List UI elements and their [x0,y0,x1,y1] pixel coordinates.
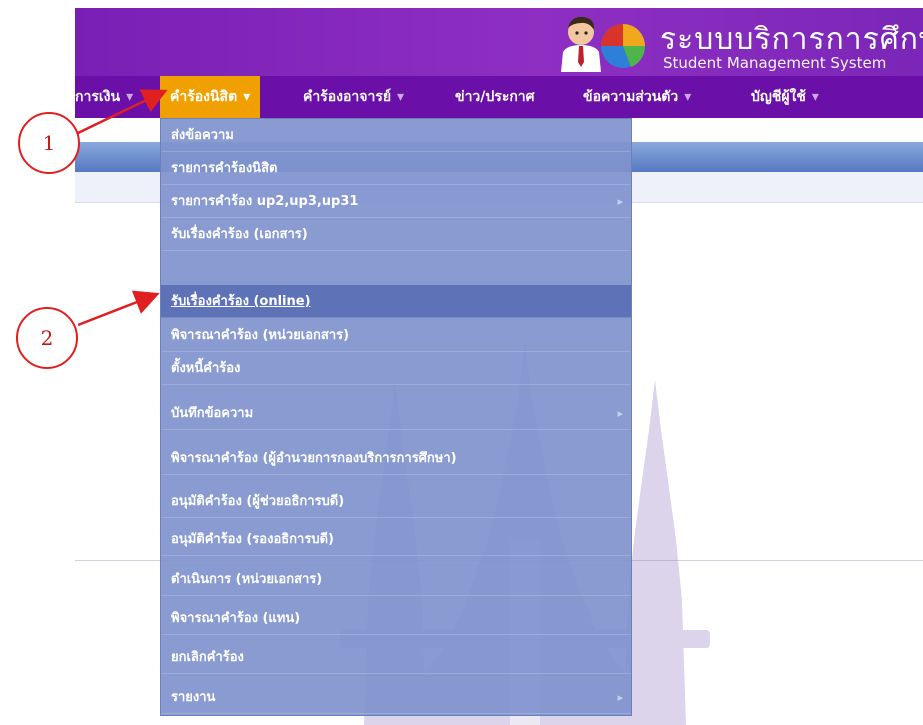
nav-student-requests-label: คำร้องนิสิต [170,89,238,105]
menu-item-record-memo[interactable]: บันทึกข้อความ ▸ [161,397,631,430]
chevron-down-icon: ▾ [243,89,251,105]
nav-finance[interactable]: การเงิน ▾ [75,76,133,118]
main-nav: การเงิน ▾ คำร้องนิสิต ▾ คำร้องอาจารย์ ▾ ข่า… [75,76,923,118]
menu-item-label: ตั้งหนี้คำร้อง [171,361,241,376]
menu-item-student-request-list[interactable]: รายการคำร้องนิสิต [161,152,631,185]
menu-item-label: ดำเนินการ (หน่วยเอกสาร) [171,572,323,587]
menu-item-report[interactable]: รายงาน ▸ [161,681,631,714]
student-requests-dropdown: ส่งข้อความ รายการคำร้องนิสิต รายการคำร้อ… [160,118,632,716]
menu-item-consider-request-document-unit[interactable]: พิจารณาคำร้อง (หน่วยเอกสาร) [161,319,631,352]
chevron-down-icon: ▾ [684,89,692,105]
nav-teacher-requests[interactable]: คำร้องอาจารย์ ▾ [303,76,404,118]
menu-item-approve-assistant-president[interactable]: อนุมัติคำร้อง (ผู้ช่วยอธิการบดี) [161,485,631,518]
menu-item-cancel-request[interactable]: ยกเลิกคำร้อง [161,641,631,674]
menu-item-label: บันทึกข้อความ [171,406,254,421]
app-title-english: Student Management System [663,54,887,72]
menu-item-label: พิจารณาคำร้อง (ผู้อำนวยการกองบริการการศึ… [171,451,457,466]
menu-item-send-message[interactable]: ส่งข้อความ [161,119,631,152]
nav-news-label: ข่าว/ประกาศ [455,89,535,105]
nav-finance-label: การเงิน [75,89,121,105]
menu-item-receive-request-document[interactable]: รับเรื่องคำร้อง (เอกสาร) [161,218,631,251]
nav-student-requests[interactable]: คำร้องนิสิต ▾ [160,76,261,118]
menu-item-label: พิจารณาคำร้อง (หน่วยเอกสาร) [171,328,350,343]
menu-item-label: รายการคำร้อง up2,up3,up31 [171,194,359,209]
menu-item-label: พิจารณาคำร้อง (แทน) [171,611,301,626]
nav-news[interactable]: ข่าว/ประกาศ [455,76,535,118]
chevron-right-icon: ▸ [617,195,623,208]
menu-item-label: รับเรื่องคำร้อง (online) [171,294,311,309]
app-header: ระบบบริการการศึกษา Student Management Sy… [75,8,923,76]
nav-private-messages[interactable]: ข้อความส่วนตัว ▾ [583,76,691,118]
nav-private-messages-label: ข้อความส่วนตัว [583,89,679,105]
nav-user-account-label: บัญชีผู้ใช้ [751,89,806,105]
menu-item-label: รายงาน [171,690,216,705]
menu-item-label: รายการคำร้องนิสิต [171,161,278,176]
arrow-2 [77,290,160,327]
menu-item-set-request-debt[interactable]: ตั้งหนี้คำร้อง [161,352,631,385]
menu-item-label: ส่งข้อความ [171,128,234,143]
page: ระบบบริการการศึกษา Student Management Sy… [0,0,923,725]
menu-item-receive-request-online[interactable]: รับเรื่องคำร้อง (online) [161,285,631,318]
annotation-circle-2: 2 [16,307,78,369]
menu-item-approve-vice-president[interactable]: อนุมัติคำร้อง (รองอธิการบดี) [161,523,631,556]
chevron-down-icon: ▾ [126,89,134,105]
menu-item-consider-request-substitute[interactable]: พิจารณาคำร้อง (แทน) [161,602,631,635]
menu-item-proceed-document-unit[interactable]: ดำเนินการ (หน่วยเอกสาร) [161,563,631,596]
nav-user-account[interactable]: บัญชีผู้ใช้ ▾ [751,76,819,118]
menu-item-request-list-up[interactable]: รายการคำร้อง up2,up3,up31 ▸ [161,185,631,218]
chevron-down-icon: ▾ [811,89,819,105]
menu-item-label: อนุมัติคำร้อง (ผู้ช่วยอธิการบดี) [171,494,345,509]
chevron-right-icon: ▸ [617,691,623,704]
logo-icon [561,16,646,72]
chevron-down-icon: ▾ [397,89,405,105]
nav-teacher-requests-label: คำร้องอาจารย์ [303,89,392,105]
chevron-right-icon: ▸ [617,407,623,420]
menu-item-label: รับเรื่องคำร้อง (เอกสาร) [171,227,308,242]
menu-item-label: ยกเลิกคำร้อง [171,650,244,665]
menu-item-label: อนุมัติคำร้อง (รองอธิการบดี) [171,532,334,547]
menu-item-consider-request-director[interactable]: พิจารณาคำร้อง (ผู้อำนวยการกองบริการการศึ… [161,442,631,475]
annotation-circle-1: 1 [18,112,80,174]
